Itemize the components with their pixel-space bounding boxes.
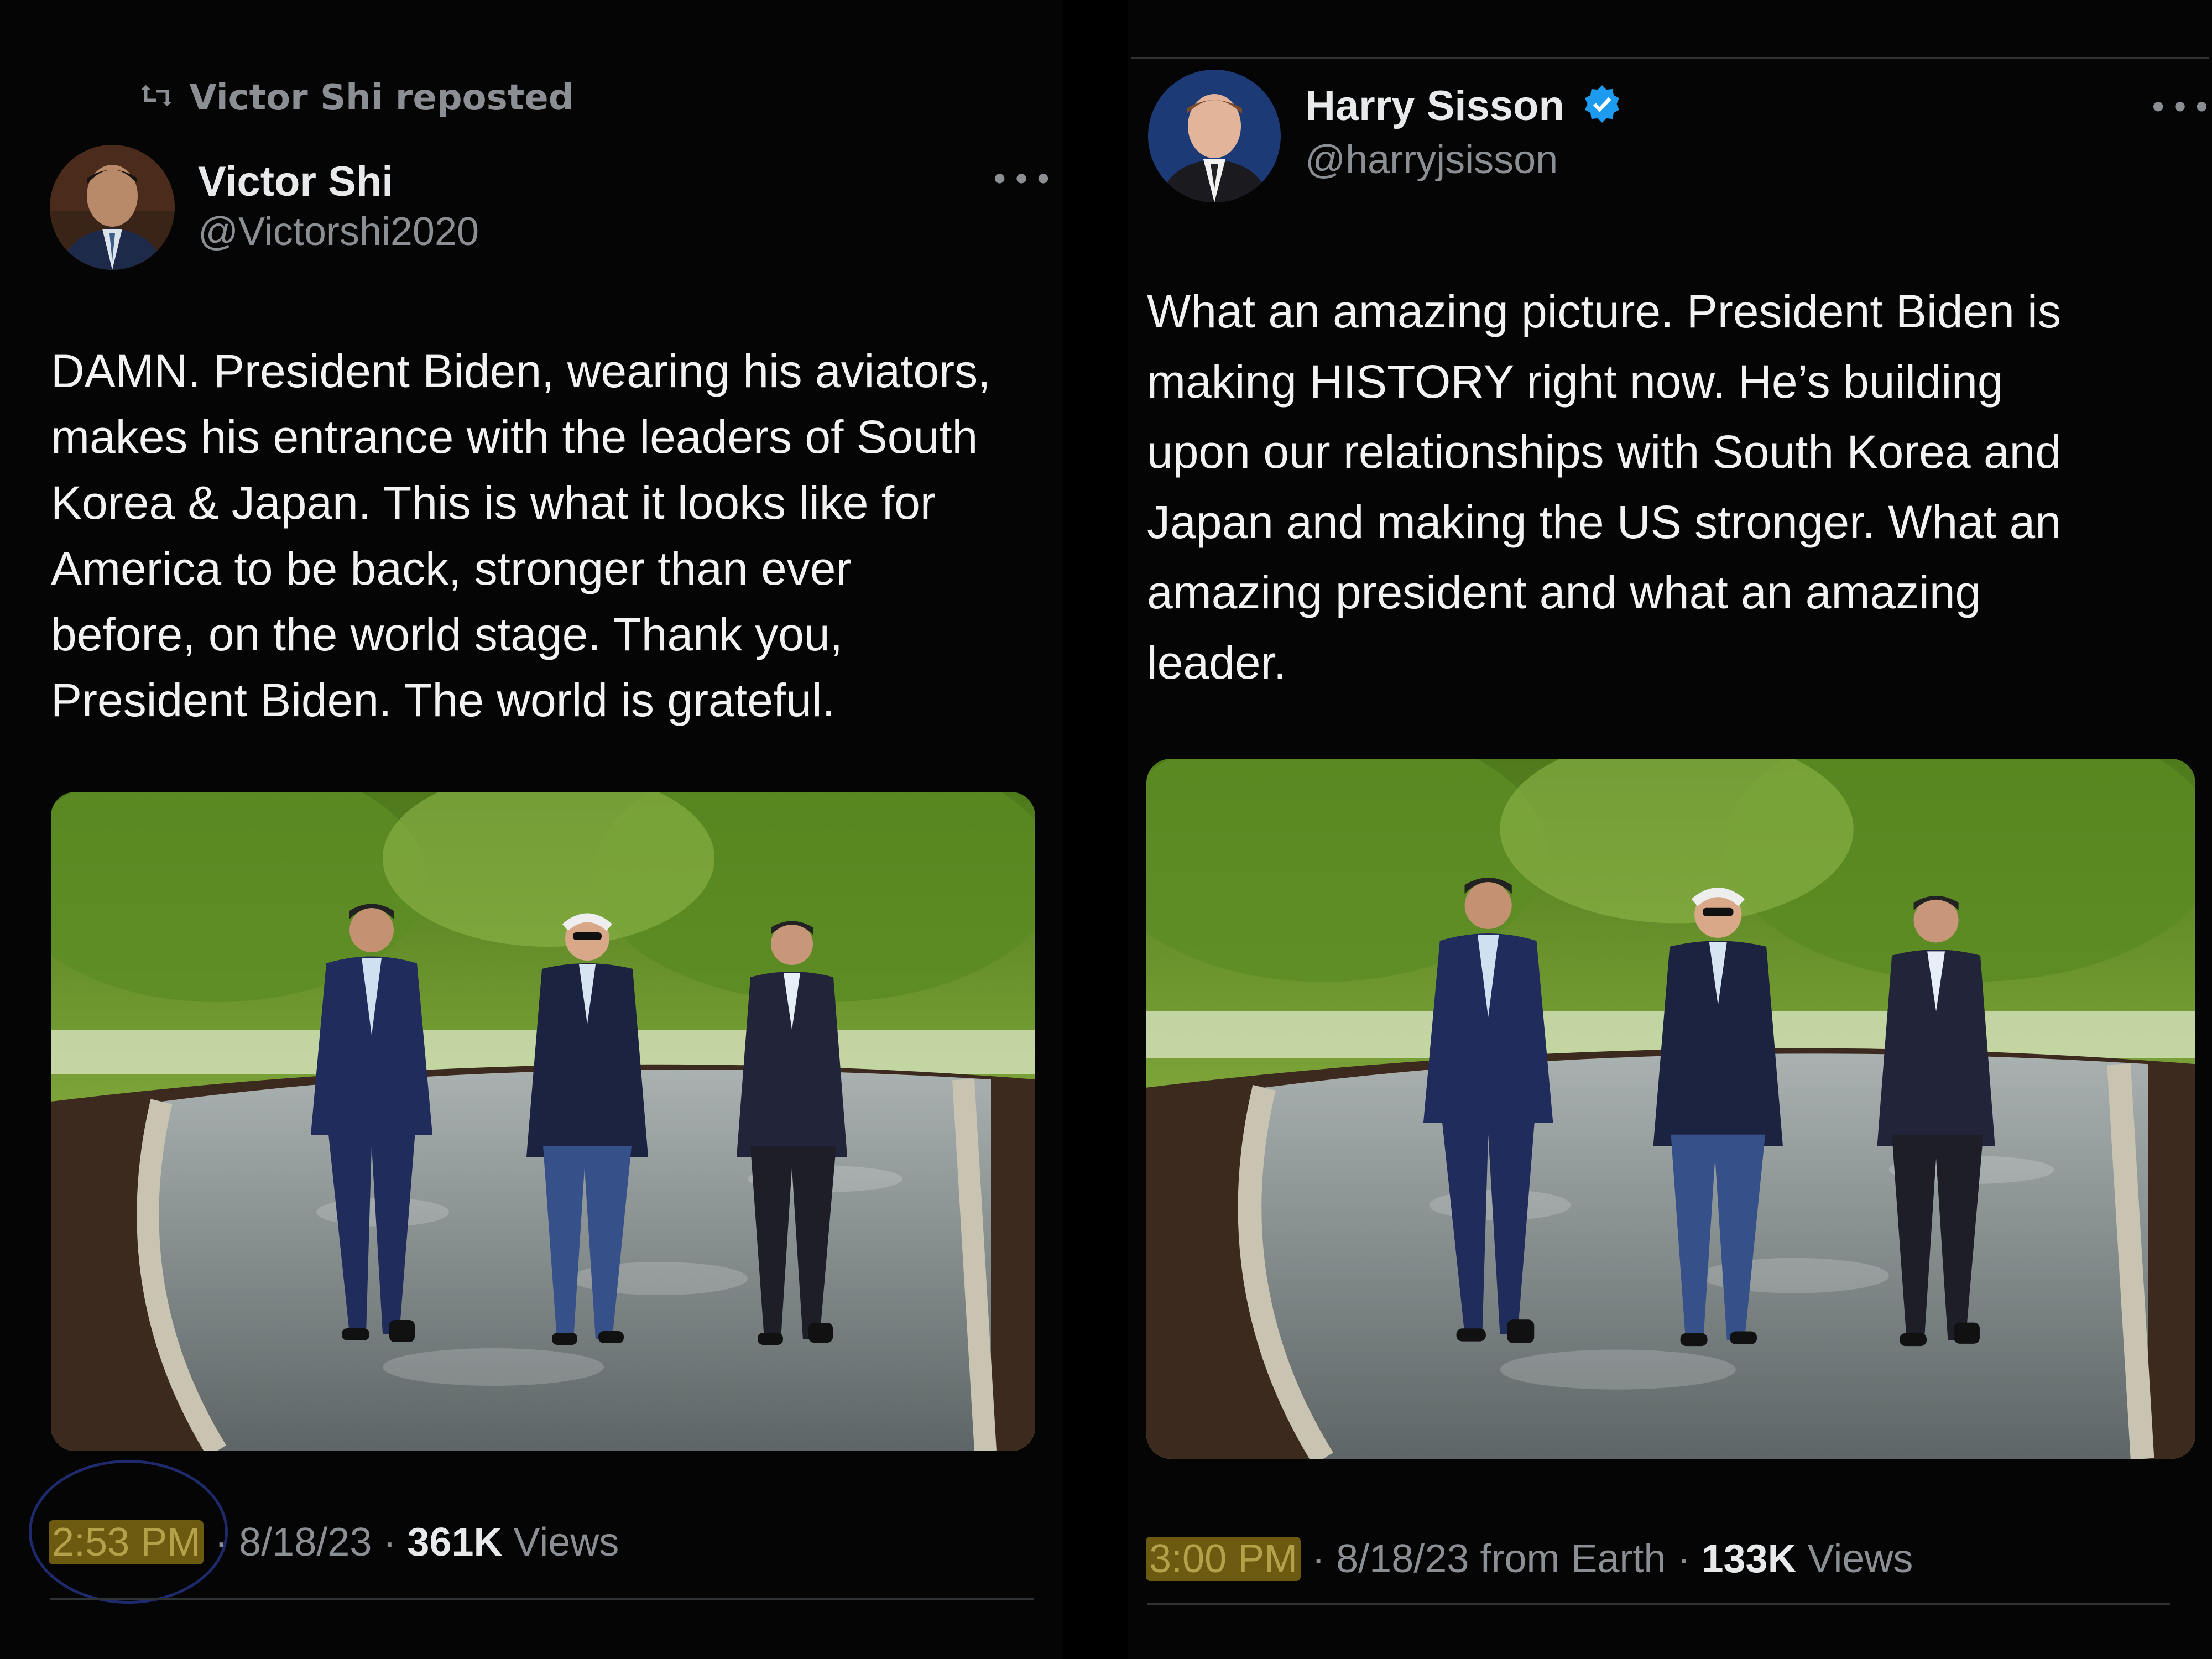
top-divider [1131,57,2209,59]
repost-label: Victor Shi reposted [189,77,574,118]
timestamp-time[interactable]: 3:00 PM [1146,1537,1301,1581]
verified-badge-icon [1582,84,1623,124]
right-tweet-panel: Harry Sisson @harryjsisson ••• What an a… [1128,0,2212,1659]
tweet-photo[interactable] [51,792,1035,1451]
author-name[interactable]: Victor Shi [198,158,393,206]
author-handle[interactable]: @harryjsisson [1305,137,1558,182]
view-count: 133K [1701,1537,1797,1581]
victor-shi-avatar[interactable] [50,145,175,270]
author-handle[interactable]: @Victorshi2020 [198,209,479,254]
tweet-text: DAMN. President Biden, wearing his aviat… [51,345,991,726]
more-icon[interactable]: ••• [990,160,1055,199]
repost-indicator[interactable]: Victor Shi reposted [138,77,574,120]
tweet-meta: 3:00 PM · 8/18/23 from Earth · 133K View… [1146,1536,1913,1582]
repost-icon [138,79,177,120]
tweet-meta: 2:53 PM · 8/18/23 · 361K Views [49,1520,619,1565]
tweet-text: What an amazing picture. President Biden… [1147,285,2062,688]
timestamp-time[interactable]: 2:53 PM [49,1520,204,1564]
harry-sisson-avatar[interactable] [1148,70,1281,202]
views-label: Views [513,1520,619,1564]
view-count: 361K [407,1520,503,1564]
bottom-divider [50,1598,1034,1600]
tweet-photo[interactable] [1146,759,2195,1459]
more-icon[interactable]: ••• [2148,88,2212,127]
left-tweet-panel: Victor Shi reposted Victor Shi @Victorsh… [0,0,1062,1659]
bottom-divider [1147,1603,2170,1605]
author-name[interactable]: Harry Sisson [1305,82,1623,130]
timestamp-date[interactable]: · 8/18/23 · [215,1520,396,1564]
timestamp-date[interactable]: · 8/18/23 from Earth · [1312,1537,1690,1581]
author-name-text: Harry Sisson [1305,82,1564,129]
views-label: Views [1807,1537,1913,1581]
